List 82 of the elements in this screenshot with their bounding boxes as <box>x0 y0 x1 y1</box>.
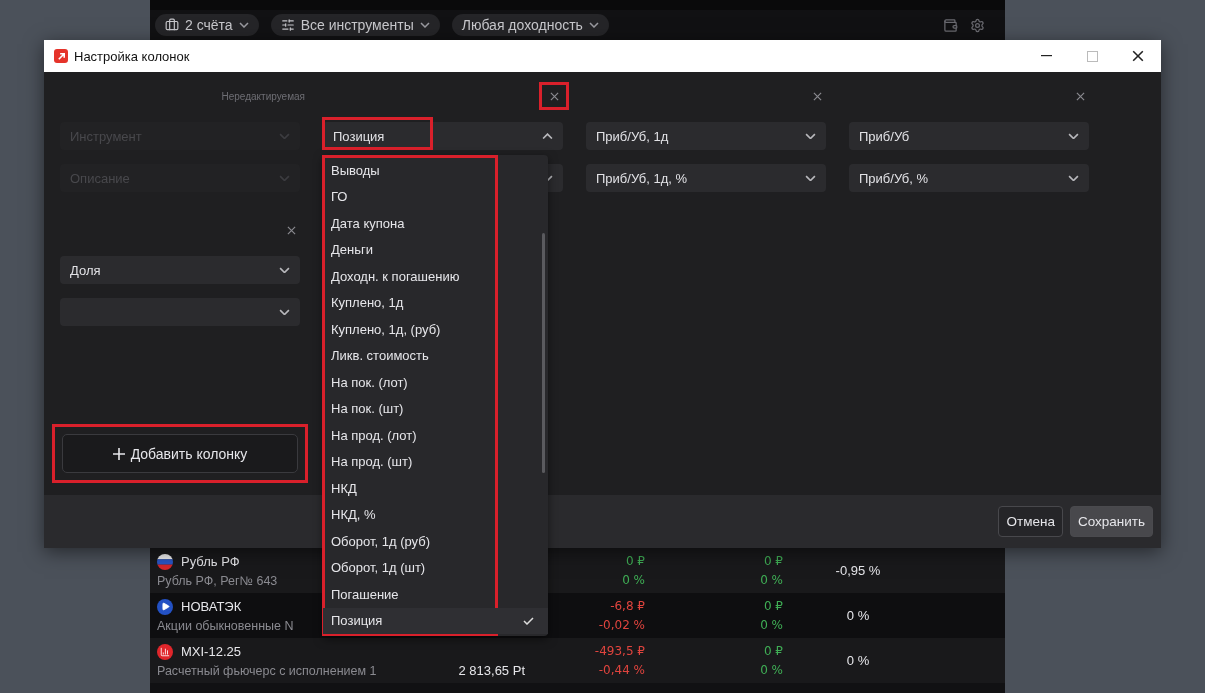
menu-item[interactable]: Ликв. стоимость <box>323 342 548 369</box>
menu-item[interactable]: НКД, % <box>323 501 548 528</box>
instrument-name: MXI-12.25 <box>181 644 241 659</box>
close-icon <box>1075 91 1085 101</box>
menu-item[interactable]: Куплено, 1д <box>323 289 548 316</box>
change-value: -0,02 % <box>598 618 645 632</box>
plus-icon <box>112 447 125 460</box>
change-value: -6,8 ₽ <box>610 599 645 613</box>
briefcase-icon <box>165 18 179 32</box>
sliders-icon <box>280 18 295 32</box>
change-value: 0 % <box>760 663 783 677</box>
minimize-icon <box>1040 55 1052 57</box>
menu-item[interactable]: НКД <box>323 475 548 502</box>
chevron-down-icon <box>419 22 430 28</box>
change-value: 0 % <box>622 573 645 587</box>
menu-item[interactable]: На прод. (лот) <box>323 422 548 449</box>
filter-dropdown[interactable]: 2 счёта <box>155 14 259 36</box>
close-icon <box>1132 50 1144 62</box>
chevron-down-icon <box>238 22 249 28</box>
change-value: 0 % <box>760 573 783 587</box>
column-select[interactable]: Позиция <box>323 122 563 150</box>
column-select[interactable]: Доля <box>60 256 300 284</box>
close-icon <box>549 91 559 101</box>
instrument-name: НОВАТЭК <box>181 599 242 614</box>
chevron-down-icon <box>588 22 599 28</box>
change-value: -0,44 % <box>598 663 645 677</box>
chevron-down-icon <box>279 174 290 182</box>
chevron-down-icon <box>1068 174 1079 182</box>
menu-item[interactable]: На пок. (шт) <box>323 395 548 422</box>
close-icon <box>812 91 822 101</box>
menu-item[interactable]: Дата купона <box>323 210 548 237</box>
change-value: 0 ₽ <box>763 599 783 613</box>
menu-item[interactable]: Куплено, 1д, (руб) <box>323 316 548 343</box>
instrument-description: Расчетный фьючерс с исполнением 1 <box>157 663 377 678</box>
chevron-down-icon <box>1068 132 1079 140</box>
column-select[interactable]: Приб/Уб <box>849 122 1089 150</box>
column-select[interactable]: Приб/Уб, 1д <box>586 122 826 150</box>
menu-item[interactable]: Доходн. к погашению <box>323 263 548 290</box>
change-value: 0 ₽ <box>763 644 783 658</box>
price-cell-text: 2 813,65 Pt <box>457 663 525 680</box>
filter-dropdown[interactable]: Любая доходность <box>451 14 609 36</box>
chevron-down-icon <box>805 174 816 182</box>
change-value: 0 ₽ <box>763 554 783 568</box>
menu-item[interactable]: Деньги <box>323 236 548 263</box>
instrument-name: Рубль РФ <box>181 554 240 569</box>
share-cell-text: 0 % <box>845 653 871 668</box>
close-icon <box>286 225 296 235</box>
column-select[interactable] <box>60 298 300 326</box>
app-logo-icon <box>54 49 68 63</box>
share-cell-text: 0 % <box>845 608 871 623</box>
column-select[interactable]: Приб/Уб, 1д, % <box>586 164 826 192</box>
scrollbar[interactable] <box>542 233 545 473</box>
save-button[interactable]: Сохранить <box>1069 506 1153 537</box>
chevron-up-icon <box>542 132 553 140</box>
instrument-description: Акции обыкновенные N <box>157 618 294 633</box>
menu-item[interactable]: На пок. (лот) <box>323 369 548 396</box>
chevron-down-icon <box>279 308 290 316</box>
menu-item[interactable]: Позиция <box>323 607 548 634</box>
cancel-button[interactable]: Отмена <box>998 506 1063 537</box>
column-select[interactable]: Приб/Уб, % <box>849 164 1089 192</box>
menu-item[interactable]: Оборот, 1д (шт) <box>323 554 548 581</box>
filter-dropdown[interactable]: Все инструменты <box>270 14 440 36</box>
chevron-down-icon <box>279 132 290 140</box>
table-row[interactable]: MXI-12.25 Расчетный фьючерс с исполнением 1 2 813,65 Pt -493,5 ₽ -0,44 % 0 ₽ 0 % 0 % <box>150 638 1005 683</box>
add-column-button[interactable]: Добавить колонку <box>62 434 298 473</box>
column-header: Нередактируемая <box>221 90 305 102</box>
instrument-description: Рубль РФ, Рег№ 643 <box>157 573 278 588</box>
chevron-down-icon <box>805 132 816 140</box>
change-value: -493,5 ₽ <box>594 644 645 658</box>
menu-item[interactable]: На прод. (шт) <box>323 448 548 475</box>
share-cell-text: -0,95 % <box>834 563 882 578</box>
menu-item[interactable]: Выводы <box>323 157 548 184</box>
check-icon <box>523 616 534 625</box>
settings-icon[interactable] <box>970 17 985 33</box>
change-value: 0 ₽ <box>625 554 645 568</box>
menu-item[interactable]: ГО <box>323 183 548 210</box>
maximize-icon <box>1086 50 1098 62</box>
chevron-down-icon <box>279 266 290 274</box>
wallet-icon[interactable] <box>943 17 958 33</box>
remove-column-button[interactable] <box>539 82 569 110</box>
window-title: Настройка колонок <box>74 48 190 64</box>
change-value: 0 % <box>760 618 783 632</box>
